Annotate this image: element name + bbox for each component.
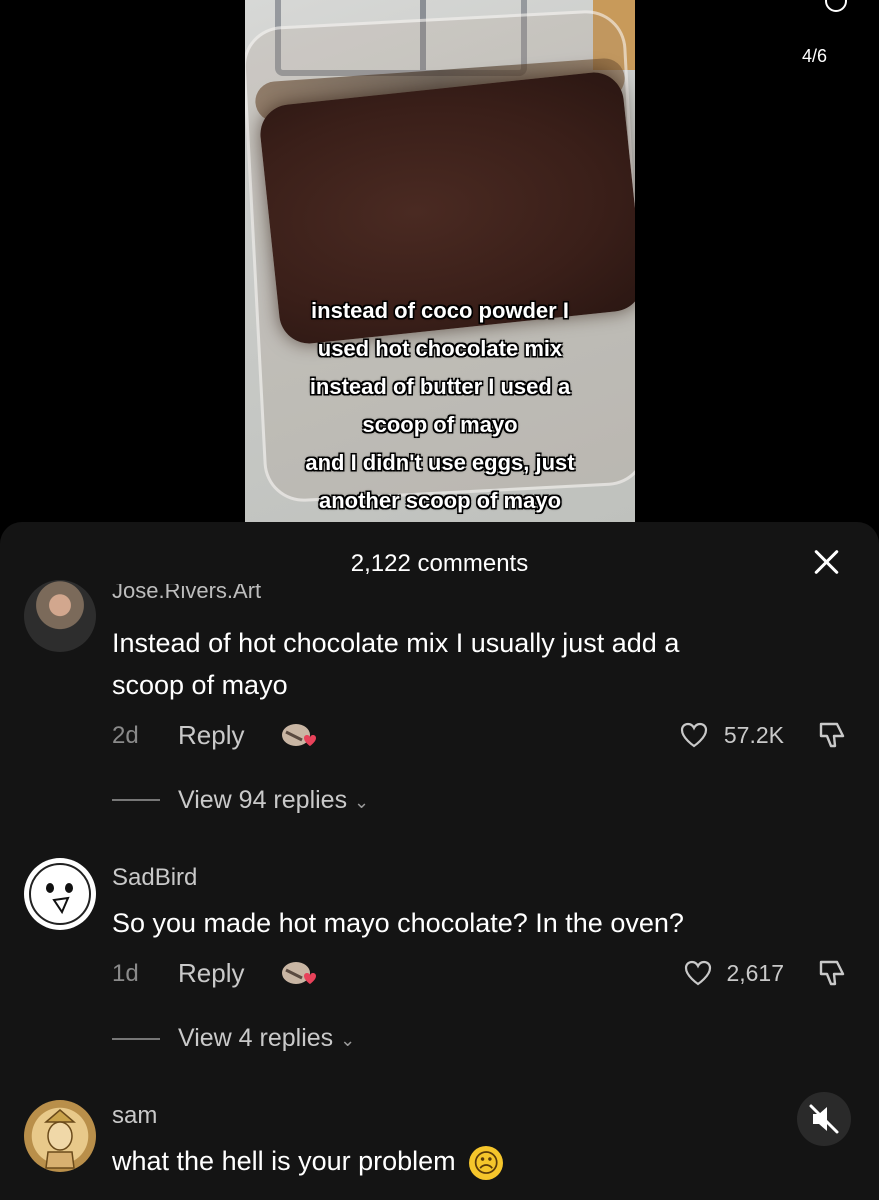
view-replies-button[interactable]: View 4 replies ⌄ <box>178 1024 355 1053</box>
avatar[interactable] <box>24 858 96 930</box>
sad-face-emoji: ☹ <box>469 1145 504 1180</box>
avatar[interactable] <box>24 1100 96 1172</box>
replies-divider <box>112 799 160 801</box>
comment-text-line: Instead of hot chocolate mix I usually j… <box>112 628 680 658</box>
view-replies-button[interactable]: View 94 replies ⌄ <box>178 786 369 815</box>
comment-age: 2d <box>112 722 139 749</box>
thumbs-down-icon[interactable] <box>817 956 849 988</box>
drawn-figure-avatar-icon <box>43 1109 77 1169</box>
caption-line: instead of coco powder I <box>311 298 569 323</box>
comment-text-line: scoop of mayo <box>112 670 288 700</box>
like-count: 57.2K <box>723 722 784 748</box>
caption-line: instead of butter I used a <box>309 374 571 399</box>
reaction-sticker-icon[interactable] <box>280 720 318 750</box>
reaction-sticker-icon[interactable] <box>280 958 318 988</box>
comment-username[interactable]: SadBird <box>112 864 197 892</box>
search-icon[interactable] <box>825 0 847 12</box>
heart-icon[interactable] <box>684 960 712 986</box>
video-frame[interactable]: instead of coco powder I used hot chocol… <box>245 0 635 522</box>
comment-text: So you made hot mayo chocolate? In the o… <box>112 908 684 938</box>
caption-line: used hot chocolate mix <box>317 336 563 361</box>
avatar[interactable] <box>24 580 96 652</box>
replies-divider <box>112 1038 160 1040</box>
caption-line: scoop of mayo <box>362 412 518 437</box>
like-count: 2,617 <box>726 960 784 986</box>
page-counter: 4/6 <box>801 46 827 66</box>
caption-line: and I didn't use eggs, just <box>305 450 575 475</box>
reply-button[interactable]: Reply <box>178 720 244 751</box>
view-replies-label: View 94 replies <box>178 786 348 814</box>
comments-count-title: 2,122 comments <box>350 550 529 577</box>
chevron-down-icon: ⌄ <box>340 1030 356 1050</box>
comment-age: 1d <box>112 960 139 987</box>
thumbs-down-icon[interactable] <box>817 718 849 750</box>
bird-avatar-icon <box>29 863 91 925</box>
comment-text: what the hell is your problem ☹ <box>112 1140 812 1182</box>
mute-icon <box>809 1104 839 1134</box>
comment-username[interactable]: sam <box>112 1102 157 1130</box>
caption-line: another scoop of mayo <box>318 488 562 513</box>
video-caption: instead of coco powder I used hot chocol… <box>245 292 635 520</box>
comment-text-content: what the hell is your problem <box>112 1146 456 1176</box>
close-icon[interactable] <box>809 544 845 580</box>
reply-button[interactable]: Reply <box>178 958 244 989</box>
heart-icon[interactable] <box>680 722 708 748</box>
mute-button[interactable] <box>797 1092 851 1146</box>
chevron-down-icon: ⌄ <box>354 792 370 812</box>
view-replies-label: View 4 replies <box>178 1024 334 1052</box>
comment-username[interactable]: Jose.Rivers.Art <box>112 584 261 606</box>
comment-text: Instead of hot chocolate mix I usually j… <box>112 622 812 706</box>
